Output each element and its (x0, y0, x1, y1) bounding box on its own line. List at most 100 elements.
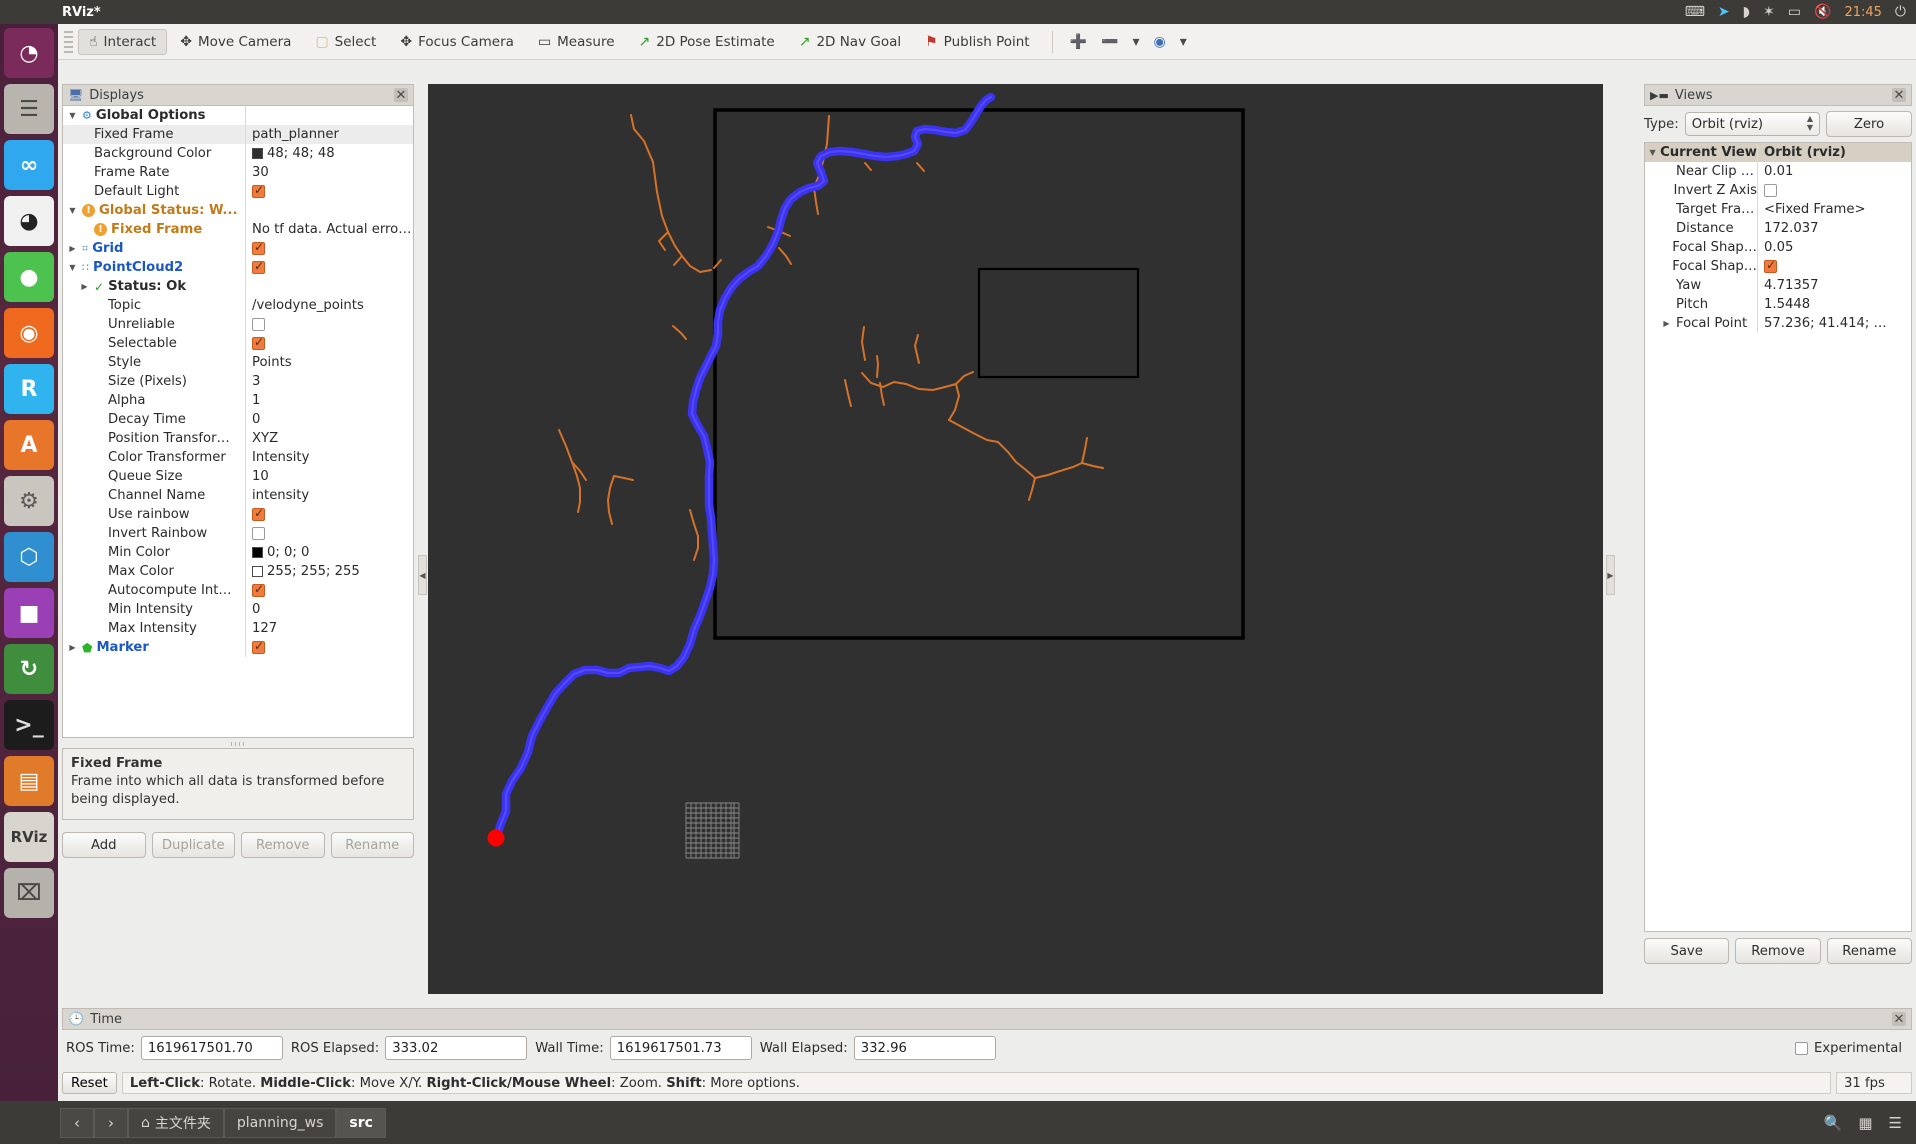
terminal-icon[interactable]: >_ (4, 700, 54, 750)
volume-muted-icon[interactable]: 🔇 (1814, 5, 1831, 19)
time-field-input[interactable]: 333.02 (385, 1036, 528, 1060)
experimental-checkbox[interactable] (1795, 1041, 1809, 1055)
property-value-cell[interactable]: 1 (245, 391, 413, 410)
property-row[interactable]: ▶Invert Rainbow (63, 524, 413, 543)
property-value-cell[interactable] (245, 201, 413, 220)
displays-splitter[interactable] (62, 740, 414, 748)
property-value-cell[interactable]: 0 (245, 600, 413, 619)
property-row[interactable]: ▶Fixed Frame path_planner (63, 125, 413, 144)
close-icon[interactable]: ✕ (394, 88, 408, 103)
property-row[interactable]: ▶Autocompute Int… (63, 581, 413, 600)
color-swatch[interactable] (252, 547, 263, 558)
reset-button[interactable]: Reset (62, 1072, 117, 1094)
telegram-icon[interactable]: ➤ (1718, 5, 1730, 19)
property-value-cell[interactable]: 48; 48; 48 (245, 144, 413, 163)
property-value-cell[interactable]: 0; 0; 0 (245, 543, 413, 562)
time-field-input[interactable]: 332.96 (853, 1036, 996, 1060)
views-save-button[interactable]: Save (1644, 938, 1730, 964)
property-row[interactable]: ▼ Current View Orbit (rviz) (1645, 143, 1911, 162)
unity-launcher-dock[interactable]: ◔ ☰ ∞ ◕ ● ◉ R A ⚙ ⬡ ■ ↻ >_ ▤ RViz ⌧ (0, 24, 58, 1144)
property-row[interactable]: ▶Position Transfor… XYZ (63, 429, 413, 448)
property-row[interactable]: ▶ ⬟ Marker (63, 638, 413, 657)
apps-grid-icon[interactable]: ▦ (1858, 1114, 1872, 1132)
battery-icon[interactable]: ▭ (1788, 5, 1801, 19)
property-row[interactable]: ▶Distance 172.037 (1645, 219, 1911, 238)
chevron-right-icon[interactable]: › (94, 1107, 128, 1138)
property-row[interactable]: ▶Topic/velodyne_points (63, 296, 413, 315)
property-value-cell[interactable]: Intensity (245, 448, 413, 467)
property-value-cell[interactable]: 0.01 (1757, 162, 1911, 181)
tool-measure[interactable]: ▭ Measure (527, 29, 626, 55)
property-value-cell[interactable] (245, 505, 413, 524)
right-dock-collapse-handle[interactable]: ▶ (1606, 555, 1615, 595)
property-row[interactable]: ▶ ⌗ Grid (63, 239, 413, 258)
property-value-cell[interactable]: path_planner (245, 125, 413, 144)
breadcrumb-item[interactable]: ⌂ 主文件夹 (128, 1107, 224, 1138)
views-rename-button[interactable]: Rename (1826, 938, 1912, 964)
chevron-down-icon[interactable]: ▼ (1649, 148, 1656, 157)
property-value-cell[interactable] (245, 638, 413, 657)
synaptic-icon[interactable]: ■ (4, 588, 54, 638)
property-row[interactable]: ▶Invert Z Axis (1645, 181, 1911, 200)
property-checkbox[interactable] (252, 582, 265, 597)
remove-tool-dropdown-icon[interactable]: ▾ (1132, 35, 1139, 49)
property-value-cell[interactable] (245, 334, 413, 353)
property-checkbox[interactable] (252, 506, 265, 521)
chevron-right-icon[interactable]: ▶ (67, 244, 78, 253)
visibility-icon[interactable]: ◉ (1154, 35, 1166, 49)
property-row[interactable]: ▶Decay Time 0 (63, 410, 413, 429)
property-value-cell[interactable]: No tf data. Actual erro… (245, 220, 413, 239)
3d-render-view[interactable] (428, 84, 1603, 994)
property-checkbox[interactable] (252, 335, 265, 350)
property-value-cell[interactable]: /velodyne_points (245, 296, 413, 315)
qq-icon[interactable]: ◕ (4, 196, 54, 246)
chevron-right-icon[interactable]: ▶ (1661, 319, 1672, 328)
tool-select[interactable]: ▢ Select (304, 29, 387, 55)
visibility-dropdown-icon[interactable]: ▾ (1180, 35, 1187, 49)
property-checkbox[interactable] (252, 240, 265, 255)
property-value-cell[interactable] (245, 182, 413, 201)
settings-icon[interactable]: ⚙ (4, 476, 54, 526)
property-checkbox[interactable] (252, 527, 265, 540)
property-checkbox[interactable] (1764, 184, 1777, 197)
property-value-cell[interactable]: 255; 255; 255 (245, 562, 413, 581)
property-value-cell[interactable] (245, 106, 413, 125)
zero-button[interactable]: Zero (1826, 111, 1912, 137)
property-row[interactable]: ▼ ⚙ Global Options (63, 106, 413, 125)
menu-icon[interactable]: ☰ (1889, 1114, 1902, 1132)
wechat-icon[interactable]: ● (4, 252, 54, 302)
firefox-icon[interactable]: ◉ (4, 308, 54, 358)
tool-move-camera[interactable]: ✥ Move Camera (169, 29, 302, 55)
add-tool-icon[interactable]: ➕ (1070, 35, 1087, 49)
chevron-right-icon[interactable]: ▶ (67, 643, 78, 652)
property-checkbox[interactable] (252, 259, 265, 274)
file-transfer-icon[interactable]: ▤ (4, 756, 54, 806)
ubuntu-dash-icon[interactable]: ◔ (4, 28, 54, 78)
property-value-cell[interactable]: XYZ (245, 429, 413, 448)
property-row[interactable]: ▶Frame Rate 30 (63, 163, 413, 182)
trash-icon[interactable]: ⌧ (4, 868, 54, 918)
color-swatch[interactable] (252, 148, 263, 159)
property-value-cell[interactable] (245, 524, 413, 543)
property-row[interactable]: ▶!Fixed FrameNo tf data. Actual erro… (63, 220, 413, 239)
property-checkbox[interactable] (252, 318, 265, 331)
software-updater-icon[interactable]: ↻ (4, 644, 54, 694)
property-value-cell[interactable]: Orbit (rviz) (1757, 143, 1911, 162)
property-row[interactable]: ▶Background Color 48; 48; 48 (63, 144, 413, 163)
property-value-cell[interactable] (1757, 181, 1911, 200)
power-icon[interactable]: ⏻ (1895, 5, 1906, 19)
remmina-icon[interactable]: R (4, 364, 54, 414)
property-value-cell[interactable] (245, 258, 413, 277)
property-row[interactable]: ▶ Focal Point 57.236; 41.414; … (1645, 314, 1911, 333)
property-value-cell[interactable]: 57.236; 41.414; … (1757, 314, 1911, 333)
property-value-cell[interactable]: 10 (245, 467, 413, 486)
property-checkbox[interactable] (252, 639, 265, 654)
chevron-down-icon[interactable]: ▼ (67, 111, 78, 120)
toolbar-grip[interactable] (64, 30, 73, 53)
property-row[interactable]: ▶ ✓ Status: Ok (63, 277, 413, 296)
breadcrumb-current[interactable]: src (336, 1107, 386, 1138)
displays-property-tree[interactable]: ▼⚙Global Options▶Fixed Framepath_planner… (62, 106, 414, 738)
remove-tool-icon[interactable]: ➖ (1101, 35, 1118, 49)
keyboard-icon[interactable]: ⌨ (1685, 5, 1705, 19)
property-value-cell[interactable]: 0.05 (1757, 238, 1911, 257)
